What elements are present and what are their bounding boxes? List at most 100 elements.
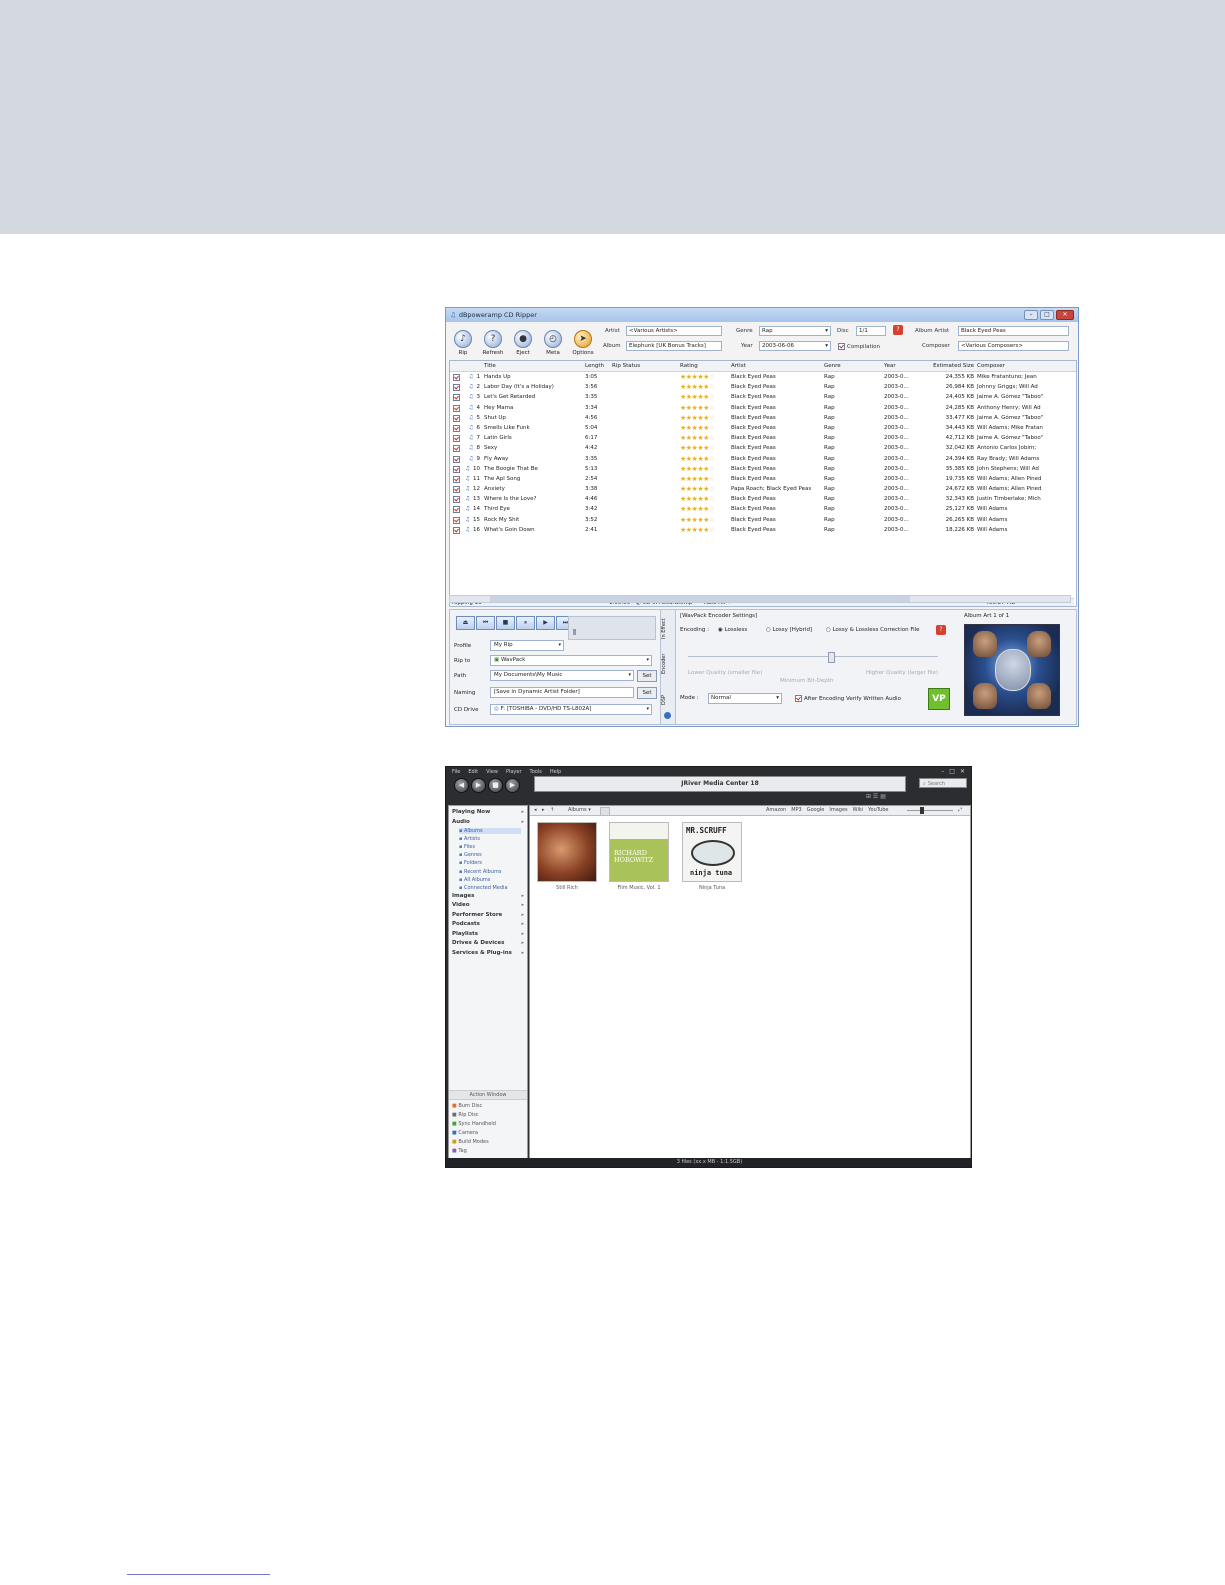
column-header[interactable]: Length [584, 361, 611, 371]
rip-button[interactable]: ♪ Rip [450, 326, 476, 356]
naming-set-button[interactable]: Set [637, 686, 657, 699]
path-set-button[interactable]: Set [637, 669, 657, 682]
genre-field[interactable]: Rap ▾ [759, 326, 831, 336]
path-field[interactable]: My Documents\My Music ▾ [490, 670, 634, 681]
track-year[interactable]: 2003-0... [883, 433, 925, 443]
album-tile[interactable]: MR.SCRUFF ninja tuna Ninja Tuna [682, 822, 742, 891]
rating-stars[interactable]: ★★★★★☆ [679, 423, 730, 433]
track-row[interactable]: ♫ 15 Rock My Shit 3:52 ★★★★★☆ Black Eyed Peas… [450, 515, 1076, 525]
verify-checkbox[interactable]: After Encoding Verify Written Audio [795, 695, 901, 702]
column-header[interactable]: Artist [730, 361, 823, 371]
track-title[interactable]: Labor Day (It's a Holiday) [483, 382, 584, 392]
lossless-radio[interactable]: ◉ Lossless [718, 627, 747, 633]
link-amazon[interactable]: Amazon [766, 807, 786, 813]
track-genre[interactable]: Rap [823, 504, 883, 514]
track-checkbox[interactable] [450, 423, 461, 433]
track-artist[interactable]: Black Eyed Peas [730, 515, 823, 525]
meta-button[interactable]: ◴ Meta [540, 326, 566, 356]
track-row[interactable]: ♫ 6 Smells Like Funk 5:04 ★★★★★☆ Black Eyed P… [450, 423, 1076, 433]
sidebar-item-images[interactable]: Images [452, 893, 474, 899]
minimize-button[interactable]: – [941, 768, 944, 775]
track-composer[interactable]: Will Adams [976, 525, 1047, 535]
rip-to-dropdown[interactable]: ▣ WavPack ▾ [490, 655, 652, 666]
track-artist[interactable]: Black Eyed Peas [730, 413, 823, 423]
track-composer[interactable]: Justin Timberlake; Mich [976, 494, 1047, 504]
track-checkbox[interactable] [450, 515, 461, 525]
column-header[interactable]: Year [883, 361, 925, 371]
chevron-right-icon[interactable]: ▸ [521, 893, 524, 899]
track-title[interactable]: Sexy [483, 443, 584, 453]
track-year[interactable]: 2003-0... [883, 515, 925, 525]
track-artist[interactable]: Black Eyed Peas [730, 474, 823, 484]
forward-button[interactable]: ▸ [542, 806, 545, 815]
rating-stars[interactable]: ★★★★★☆ [679, 382, 730, 392]
profile-dropdown[interactable]: My Rip ▾ [490, 640, 564, 651]
track-row[interactable]: ♫ 13 Where Is the Love? 4:46 ★★★★★☆ Black Eye… [450, 494, 1076, 504]
menu-edit[interactable]: Edit [468, 769, 478, 775]
column-header[interactable]: Title [483, 361, 584, 371]
up-button[interactable]: ↑ [550, 806, 554, 815]
sidebar-item-playing-now[interactable]: Playing Now [452, 809, 490, 815]
track-artist[interactable]: Black Eyed Peas [730, 403, 823, 413]
sidebar-subitem[interactable]: ▪ Files [459, 844, 475, 850]
track-year[interactable]: 2003-0... [883, 484, 925, 494]
track-year[interactable]: 2003-0... [883, 525, 925, 535]
help-icon[interactable]: ? [893, 325, 903, 335]
sidebar-item-performer-store[interactable]: Performer Store [452, 912, 502, 918]
chevron-right-icon[interactable]: ▸ [521, 912, 524, 918]
track-year[interactable]: 2003-0... [883, 504, 925, 514]
track-composer[interactable]: Will Adams [976, 515, 1047, 525]
track-checkbox[interactable] [450, 494, 461, 504]
track-row[interactable]: ♫ 11 The Apl Song 2:54 ★★★★★☆ Black Eyed Peas… [450, 474, 1076, 484]
track-checkbox[interactable] [450, 372, 461, 382]
rating-stars[interactable]: ★★★★★☆ [679, 392, 730, 402]
view-button[interactable] [600, 807, 610, 816]
track-title[interactable]: Smells Like Funk [483, 423, 584, 433]
track-genre[interactable]: Rap [823, 464, 883, 474]
sidebar-item-audio[interactable]: Audio [452, 819, 470, 825]
sidebar-subitem[interactable]: ▪ Albums [459, 828, 521, 834]
next-button[interactable]: ▶ [505, 778, 520, 793]
track-checkbox[interactable] [450, 443, 461, 453]
track-composer[interactable]: Jaime A. Gómez "Taboo" [976, 433, 1047, 443]
track-checkbox[interactable] [450, 392, 461, 402]
options-button[interactable]: ➤ Options [570, 326, 596, 356]
track-title[interactable]: Hands Up [483, 372, 584, 382]
album-tile[interactable]: Still Rich [537, 822, 597, 891]
link-mp3[interactable]: MP3 [791, 807, 802, 813]
column-header[interactable]: Rip Status [611, 361, 679, 371]
track-year[interactable]: 2003-0... [883, 464, 925, 474]
view-dropdown[interactable]: Albums ▾ [568, 806, 591, 815]
tab-dsp[interactable]: DSP [661, 690, 675, 710]
track-genre[interactable]: Rap [823, 494, 883, 504]
track-year[interactable]: 2003-0... [883, 443, 925, 453]
lossy-lossless-radio[interactable]: ○ Lossy & Lossless Correction File [826, 627, 920, 633]
fullscreen-icon[interactable]: ⤢ [958, 806, 962, 815]
year-field[interactable]: 2003-06-06 ▾ [759, 341, 831, 351]
track-artist[interactable]: Black Eyed Peas [730, 525, 823, 535]
track-artist[interactable]: Black Eyed Peas [730, 504, 823, 514]
track-row[interactable]: ♫ 12 Anxiety 3:38 ★★★★★☆ Papa Roach; Black Ey… [450, 484, 1076, 494]
track-year[interactable]: 2003-0... [883, 454, 925, 464]
track-title[interactable]: The Boogie That Be [483, 464, 584, 474]
track-row[interactable]: ♫ 1 Hands Up 3:05 ★★★★★☆ Black Eyed Peas Rap 20… [450, 372, 1076, 382]
link-wiki[interactable]: Wiki [853, 807, 864, 813]
lossy-hybrid-radio[interactable]: ○ Lossy [Hybrid] [766, 627, 812, 633]
chevron-right-icon[interactable]: ▸ [521, 940, 524, 946]
tab-in-effect[interactable]: In Effect [661, 614, 675, 644]
chevron-right-icon[interactable]: ▸ [521, 819, 524, 825]
stop-button[interactable]: ■ [496, 616, 515, 630]
refresh-button[interactable]: ? Refresh [480, 326, 506, 356]
column-header[interactable]: Rating [679, 361, 730, 371]
track-genre[interactable]: Rap [823, 443, 883, 453]
track-year[interactable]: 2003-0... [883, 372, 925, 382]
menu-tools[interactable]: Tools [530, 769, 542, 775]
album-field[interactable]: Elephunk [UK Bonus Tracks] [626, 341, 722, 351]
track-composer[interactable]: Will Adams [976, 504, 1047, 514]
zoom-slider-handle[interactable] [920, 807, 924, 814]
eject-button[interactable]: ● Eject [510, 326, 536, 356]
track-row[interactable]: ♫ 3 Let's Get Retarded 3:35 ★★★★★☆ Black Eyed… [450, 392, 1076, 402]
disc-field[interactable]: 1/1 [856, 326, 886, 336]
track-artist[interactable]: Black Eyed Peas [730, 423, 823, 433]
sidebar-item-podcasts[interactable]: Podcasts [452, 921, 480, 927]
